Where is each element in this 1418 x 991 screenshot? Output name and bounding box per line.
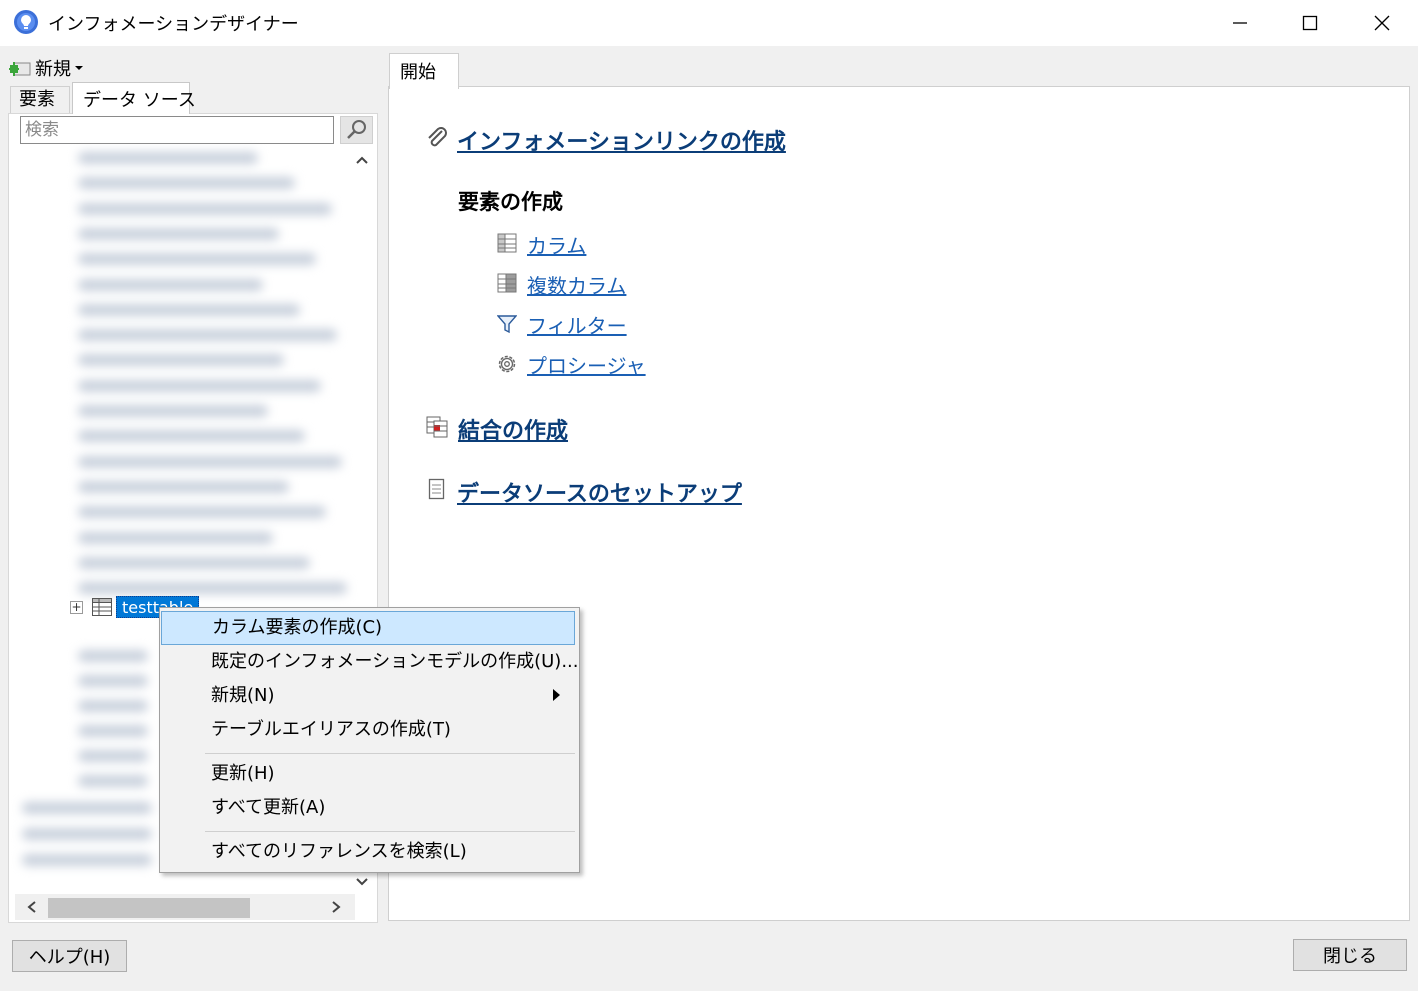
new-item-icon [9, 62, 31, 76]
redacted-tree-row [78, 700, 148, 712]
maximize-icon [1302, 15, 1318, 31]
submenu-arrow-icon [553, 689, 560, 701]
tab-elements[interactable]: 要素 [10, 86, 70, 113]
section-heading: 要素の作成 [458, 190, 563, 214]
scrollbar-thumb[interactable] [48, 898, 250, 918]
redacted-tree-row [78, 531, 273, 544]
redacted-tree-row [78, 750, 148, 762]
redacted-tree-row [78, 650, 148, 662]
maximize-button[interactable] [1275, 0, 1345, 46]
redacted-tree-row [78, 725, 148, 737]
menu-item-refresh[interactable]: 更新(H) [161, 757, 575, 791]
menu-item-find-all-references[interactable]: すべてのリファレンスを検索(L) [161, 835, 575, 869]
redacted-tree-row [22, 802, 152, 814]
filter-link[interactable]: フィルター [527, 310, 627, 339]
app-logo-icon [14, 10, 38, 34]
redacted-tree-row [78, 329, 337, 342]
redacted-tree-row [78, 303, 300, 316]
menu-item-create-column-element[interactable]: カラム要素の作成(C) [161, 611, 575, 645]
scroll-right-icon[interactable] [330, 900, 342, 914]
redacted-tree-row [78, 775, 148, 787]
column-icon [497, 233, 517, 253]
document-icon [428, 478, 445, 500]
window-title: インフォメーションデザイナー [48, 14, 299, 35]
menu-item-refresh-all[interactable]: すべて更新(A) [161, 791, 575, 825]
redacted-tree-row [78, 582, 347, 595]
join-icon [426, 416, 448, 438]
datasource-setup-link[interactable]: データソースのセットアップ [457, 476, 742, 508]
new-dropdown-button[interactable]: 新規 [8, 55, 84, 81]
multiple-columns-icon [497, 273, 517, 293]
search-icon [346, 120, 366, 139]
redacted-tree-row [22, 828, 152, 840]
search-button[interactable] [340, 116, 373, 144]
redacted-tree-row [78, 227, 279, 240]
scroll-up-icon[interactable] [354, 152, 370, 168]
close-button[interactable]: 閉じる [1293, 939, 1407, 971]
redacted-tree-row [78, 675, 148, 687]
create-join-link[interactable]: 結合の作成 [458, 413, 568, 445]
redacted-tree-row [78, 278, 263, 291]
minimize-icon [1233, 22, 1247, 24]
redacted-tree-row [78, 455, 342, 468]
search-input[interactable] [20, 116, 334, 144]
new-button-label: 新規 [35, 59, 71, 80]
close-icon [1374, 15, 1390, 31]
create-information-link-link[interactable]: インフォメーションリンクの作成 [457, 124, 786, 156]
menu-separator [205, 753, 575, 754]
paperclip-icon [428, 127, 447, 147]
redacted-tree-row [78, 430, 305, 443]
multiple-columns-link[interactable]: 複数カラム [527, 270, 626, 299]
redacted-tree-row [78, 152, 258, 164]
redacted-tree-row [78, 506, 326, 519]
procedure-link[interactable]: プロシージャ [527, 350, 646, 379]
scroll-left-icon[interactable] [26, 900, 38, 914]
redacted-tree-row [78, 556, 310, 569]
chevron-down-icon [75, 66, 83, 70]
column-link[interactable]: カラム [527, 230, 586, 259]
gear-icon [498, 355, 516, 373]
tab-start[interactable]: 開始 [389, 53, 459, 89]
scroll-down-icon[interactable] [354, 874, 370, 890]
redacted-tree-row [78, 253, 316, 266]
redacted-tree-row [78, 405, 268, 417]
filter-icon [497, 315, 517, 334]
redacted-tree-row [78, 177, 295, 190]
tab-data-source[interactable]: データ ソース [72, 82, 196, 114]
close-window-button[interactable] [1347, 0, 1417, 46]
redacted-tree-row [22, 854, 152, 866]
redacted-tree-row [78, 480, 289, 493]
redacted-tree-row [78, 379, 321, 392]
tree-expand-icon[interactable]: + [70, 601, 83, 614]
minimize-button[interactable] [1205, 0, 1275, 46]
menu-item-create-table-alias[interactable]: テーブルエイリアスの作成(T) [161, 713, 575, 747]
menu-separator [205, 831, 575, 832]
help-button[interactable]: ヘルプ(H) [12, 940, 127, 972]
menu-item-new[interactable]: 新規(N) [161, 679, 575, 713]
table-icon [92, 598, 112, 616]
redacted-tree-row [78, 354, 284, 367]
menu-item-create-default-model[interactable]: 既定のインフォメーションモデルの作成(U)... [161, 645, 578, 679]
redacted-tree-row [78, 202, 332, 215]
